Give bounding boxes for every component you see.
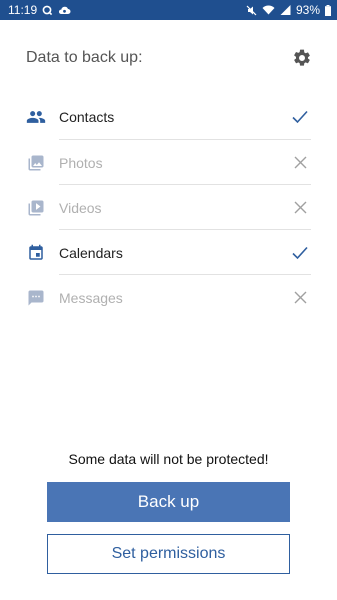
backup-item-videos[interactable]: Videos <box>26 185 311 230</box>
calendar-icon <box>26 243 46 263</box>
cloud-sync-icon <box>58 5 71 15</box>
wifi-icon <box>262 5 275 15</box>
close-icon <box>291 199 309 217</box>
video-icon <box>26 198 46 218</box>
check-icon <box>291 244 309 262</box>
status-right: 93% <box>246 3 331 17</box>
backup-header: Data to back up: <box>26 44 314 72</box>
signal-icon <box>280 5 291 15</box>
message-icon <box>26 288 46 308</box>
check-icon <box>291 108 309 126</box>
page-title: Data to back up: <box>26 49 143 66</box>
status-left: 11:19 <box>8 3 71 17</box>
warning-text: Some data will not be protected! <box>68 451 269 467</box>
status-bar: 11:19 93% <box>0 0 337 20</box>
close-icon <box>291 154 309 172</box>
backup-item-messages[interactable]: Messages <box>26 275 311 320</box>
backup-item-calendars[interactable]: Calendars <box>26 230 311 275</box>
gear-icon <box>294 49 310 66</box>
battery-icon <box>325 4 331 16</box>
back-up-button[interactable]: Back up <box>47 482 290 522</box>
item-label: Contacts <box>59 108 115 125</box>
photo-icon <box>26 153 46 173</box>
close-icon <box>291 289 309 307</box>
item-label: Photos <box>59 154 103 171</box>
item-label: Calendars <box>59 244 123 261</box>
contacts-icon <box>26 107 46 127</box>
battery-percent: 93% <box>295 3 320 17</box>
item-label: Messages <box>59 289 123 306</box>
set-permissions-button[interactable]: Set permissions <box>47 534 290 574</box>
status-time: 11:19 <box>8 3 38 17</box>
q-icon <box>42 5 53 16</box>
backup-item-contacts[interactable]: Contacts <box>26 94 311 139</box>
mute-icon <box>246 5 257 16</box>
backup-item-photos[interactable]: Photos <box>26 140 311 185</box>
settings-button[interactable] <box>290 46 314 70</box>
item-label: Videos <box>59 199 102 216</box>
